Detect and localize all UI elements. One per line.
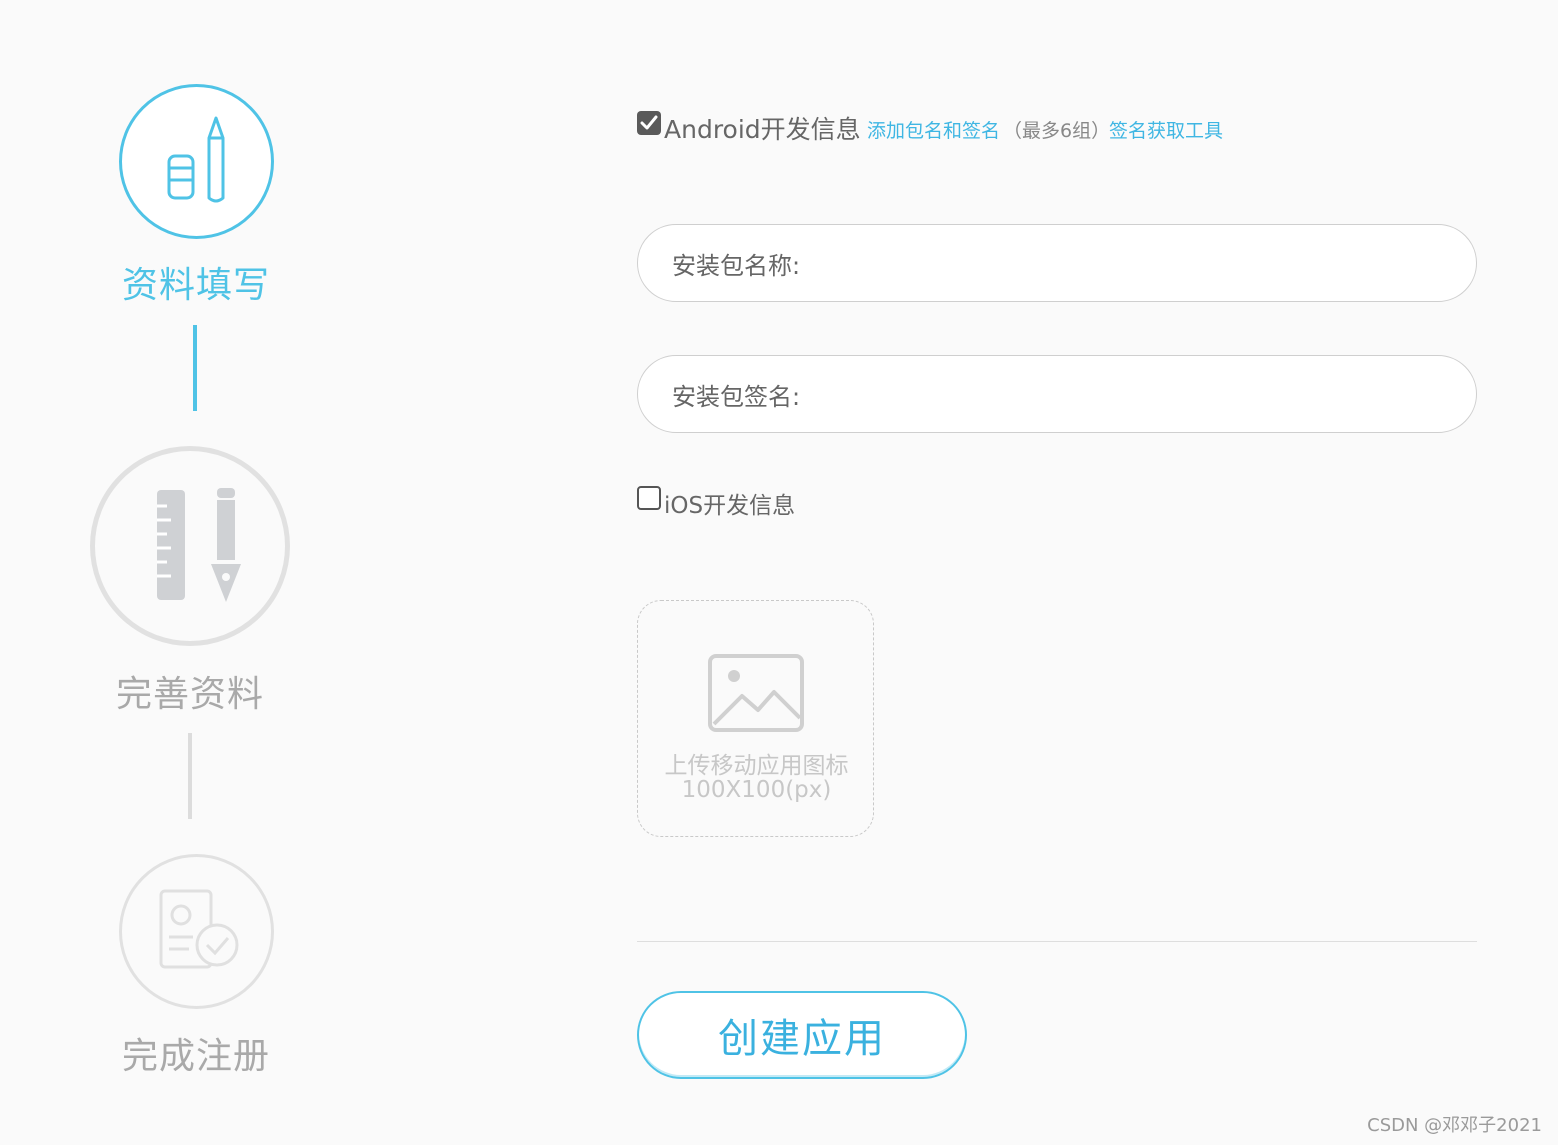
form-divider [637, 941, 1477, 942]
ios-checkbox[interactable] [637, 486, 661, 510]
step-1-label: 资料填写 [121, 265, 270, 306]
upload-hint-size: 100X100(px) [681, 777, 832, 803]
android-checkbox[interactable] [637, 111, 661, 135]
add-package-link[interactable]: 添加包名和签名 [867, 116, 1000, 143]
package-name-field[interactable]: 安装包名称: [637, 224, 1477, 302]
create-app-button[interactable]: 创建应用 [637, 991, 967, 1079]
package-name-input[interactable] [800, 225, 1476, 301]
registration-complete-icon [159, 889, 238, 968]
step-3-label: 完成注册 [121, 1036, 270, 1077]
step-connector-1 [193, 325, 197, 411]
package-signature-label: 安装包签名: [672, 382, 801, 411]
csdn-watermark: CSDN @邓邓子2021 [1367, 1115, 1542, 1136]
package-name-label: 安装包名称: [672, 251, 801, 280]
step-2-label: 完善资料 [115, 674, 264, 715]
package-signature-input[interactable] [800, 356, 1476, 432]
android-label: Android开发信息 [664, 115, 861, 144]
upload-hint-title: 上传移动应用图标 [664, 753, 849, 779]
app-icon-upload[interactable]: 上传移动应用图标 100X100(px) [637, 600, 874, 837]
ios-label: iOS开发信息 [664, 493, 796, 519]
package-signature-field[interactable]: 安装包签名: [637, 355, 1477, 433]
signature-tool-link[interactable]: 签名获取工具 [1109, 116, 1223, 143]
step-connector-2 [188, 733, 192, 819]
step-1-circle [119, 84, 274, 239]
step-2-circle [90, 446, 290, 646]
pencil-eraser-icon [167, 116, 224, 202]
checkmark-icon [640, 115, 658, 130]
ruler-pen-icon [157, 488, 241, 602]
max-groups-note: （最多6组） [1003, 120, 1111, 142]
step-3-circle [119, 854, 274, 1009]
image-icon [708, 654, 804, 732]
